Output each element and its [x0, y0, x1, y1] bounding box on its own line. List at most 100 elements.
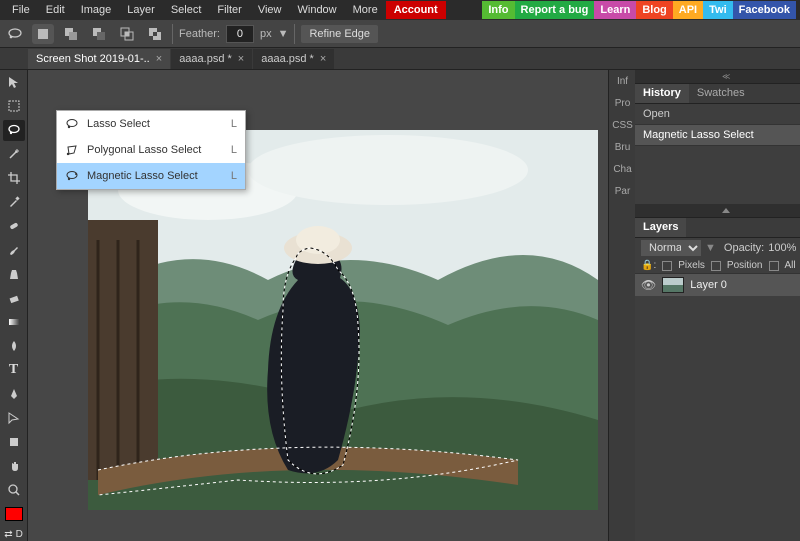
foreground-color-swatch[interactable] [3, 504, 25, 525]
tab-label: Screen Shot 2019-01-.. [36, 53, 150, 65]
lock-pixels-label: Pixels [678, 260, 705, 271]
pill-api[interactable]: API [673, 1, 703, 19]
refine-edge-button[interactable]: Refine Edge [301, 25, 378, 43]
blur-tool-icon[interactable] [3, 336, 25, 357]
feather-dropdown-icon[interactable]: ▼ [278, 28, 289, 40]
left-toolbar: T ⇄ D [0, 70, 28, 541]
close-icon[interactable]: × [320, 53, 326, 65]
rtab-brush[interactable]: Bru [609, 136, 636, 158]
crop-tool-icon[interactable] [3, 168, 25, 189]
history-item[interactable]: Magnetic Lasso Select [635, 125, 800, 146]
swap-colors[interactable]: ⇄ D [3, 528, 25, 541]
pen-tool-icon[interactable] [3, 384, 25, 405]
lock-pixels-checkbox[interactable] [662, 261, 672, 271]
menu-more[interactable]: More [345, 1, 386, 19]
heal-tool-icon[interactable] [3, 216, 25, 237]
selection-xor-icon[interactable] [144, 24, 166, 44]
selection-new-icon[interactable] [32, 24, 54, 44]
move-tool-icon[interactable] [3, 72, 25, 93]
lock-position-checkbox[interactable] [711, 261, 721, 271]
rtab-info[interactable]: Inf [609, 70, 636, 92]
flyout-shortcut: L [231, 118, 237, 130]
flyout-label: Lasso Select [87, 118, 150, 130]
rtab-paragraph[interactable]: Par [609, 180, 636, 202]
menu-filter[interactable]: Filter [209, 1, 249, 19]
flyout-shortcut: L [231, 170, 237, 182]
lock-icon: 🔒: [641, 260, 656, 271]
path-select-tool-icon[interactable] [3, 408, 25, 429]
flyout-label: Magnetic Lasso Select [87, 170, 198, 182]
opacity-value[interactable]: 100% [768, 242, 796, 254]
lock-all-checkbox[interactable] [769, 261, 779, 271]
text-tool-icon[interactable]: T [3, 360, 25, 381]
history-item[interactable]: Open [635, 104, 800, 125]
selection-add-icon[interactable] [60, 24, 82, 44]
layer-row[interactable]: 👁 Layer 0 [635, 274, 800, 296]
swatches-tab[interactable]: Swatches [689, 84, 753, 103]
tab-label: aaaa.psd * [179, 53, 232, 65]
document-tabbar: Screen Shot 2019-01-.. × aaaa.psd * × aaaa… [0, 48, 800, 70]
menu-layer[interactable]: Layer [119, 1, 163, 19]
tab-label: aaaa.psd * [261, 53, 314, 65]
rtab-properties[interactable]: Pro [609, 92, 636, 114]
lasso-flyout-menu: Lasso Select L Polygonal Lasso Select L … [56, 110, 246, 190]
pill-twi[interactable]: Twi [703, 1, 733, 19]
shape-tool-icon[interactable] [3, 432, 25, 453]
layer-thumbnail[interactable] [662, 277, 684, 293]
marquee-tool-icon[interactable] [3, 96, 25, 117]
layers-tab[interactable]: Layers [635, 218, 686, 237]
eyedropper-tool-icon[interactable] [3, 192, 25, 213]
panel-collapse-toggle[interactable]: ≪ [635, 70, 800, 84]
feather-input[interactable] [226, 25, 254, 43]
menu-file[interactable]: File [4, 1, 38, 19]
flyout-item-lasso[interactable]: Lasso Select L [57, 111, 245, 137]
right-docked-tabs: Inf Pro CSS Bru Cha Par [608, 70, 635, 541]
rtab-css[interactable]: CSS [609, 114, 636, 136]
panel-collapse-toggle[interactable] [635, 204, 800, 218]
pill-report-a-bug[interactable]: Report a bug [515, 1, 595, 19]
menu-account[interactable]: Account [386, 1, 446, 19]
zoom-tool-icon[interactable] [3, 480, 25, 501]
close-icon[interactable]: × [156, 53, 162, 65]
pill-info[interactable]: Info [482, 1, 514, 19]
hand-tool-icon[interactable] [3, 456, 25, 477]
rtab-character[interactable]: Cha [609, 158, 636, 180]
flyout-item-magnetic[interactable]: Magnetic Lasso Select L [57, 163, 245, 189]
lock-all-label: All [785, 260, 796, 271]
pill-learn[interactable]: Learn [594, 1, 636, 19]
flyout-shortcut: L [231, 144, 237, 156]
flyout-label: Polygonal Lasso Select [87, 144, 201, 156]
canvas-area[interactable]: Lasso Select L Polygonal Lasso Select L … [28, 70, 608, 541]
lasso-mode-icon[interactable] [4, 24, 26, 44]
menu-image[interactable]: Image [73, 1, 120, 19]
history-list: Open Magnetic Lasso Select [635, 104, 800, 146]
options-bar: Feather: px ▼ Refine Edge [0, 20, 800, 48]
menu-window[interactable]: Window [290, 1, 345, 19]
eraser-tool-icon[interactable] [3, 288, 25, 309]
history-tab[interactable]: History [635, 84, 689, 103]
pill-blog[interactable]: Blog [636, 1, 672, 19]
brush-tool-icon[interactable] [3, 240, 25, 261]
blend-mode-select[interactable]: Normal [641, 240, 701, 256]
default-colors-label: D [16, 529, 23, 540]
close-icon[interactable]: × [238, 53, 244, 65]
chevron-down-icon: ▼ [705, 242, 716, 254]
menu-edit[interactable]: Edit [38, 1, 73, 19]
document-tab-1[interactable]: aaaa.psd * × [171, 49, 252, 69]
menu-view[interactable]: View [250, 1, 290, 19]
flyout-item-polygonal[interactable]: Polygonal Lasso Select L [57, 137, 245, 163]
document-tab-0[interactable]: Screen Shot 2019-01-.. × [28, 49, 170, 69]
layer-name[interactable]: Layer 0 [690, 279, 727, 291]
lock-position-label: Position [727, 260, 763, 271]
selection-subtract-icon[interactable] [88, 24, 110, 44]
pill-facebook[interactable]: Facebook [733, 1, 796, 19]
gradient-tool-icon[interactable] [3, 312, 25, 333]
lasso-tool-icon[interactable] [3, 120, 25, 141]
clone-tool-icon[interactable] [3, 264, 25, 285]
document-tab-2[interactable]: aaaa.psd * × [253, 49, 334, 69]
selection-intersect-icon[interactable] [116, 24, 138, 44]
wand-tool-icon[interactable] [3, 144, 25, 165]
feather-label: Feather: [179, 28, 220, 40]
menu-select[interactable]: Select [163, 1, 210, 19]
visibility-icon[interactable]: 👁 [641, 278, 656, 292]
